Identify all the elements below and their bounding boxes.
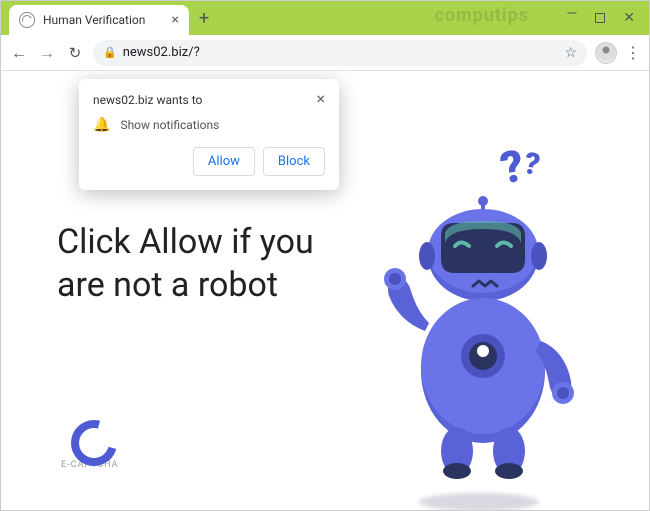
headline-text: Click Allow if you are not a robot	[57, 221, 317, 306]
forward-button[interactable]: →	[37, 43, 57, 63]
back-button[interactable]: ←	[9, 43, 29, 63]
lock-icon: 🔒	[103, 46, 117, 59]
notification-text: Show notifications	[120, 118, 219, 132]
active-tab[interactable]: Human Verification ×	[9, 5, 189, 35]
toolbar: ← → ↻ 🔒 news02.biz/? ☆ ⋮	[1, 35, 649, 71]
ecaptcha-badge: E-CAPTCHA	[61, 422, 119, 470]
new-tab-button[interactable]: +	[199, 8, 209, 29]
notification-origin: news02.biz wants to	[93, 93, 316, 107]
titlebar: Human Verification × + computips — ✕	[1, 1, 649, 35]
address-bar[interactable]: 🔒 news02.biz/? ☆	[93, 40, 587, 66]
allow-button[interactable]: Allow	[193, 147, 255, 176]
block-button[interactable]: Block	[263, 147, 325, 176]
profile-avatar[interactable]	[595, 42, 617, 64]
robot-illustration: ? ?	[349, 151, 609, 510]
minimize-button[interactable]: —	[566, 7, 577, 21]
close-tab-icon[interactable]: ×	[172, 12, 179, 28]
maximize-button[interactable]	[595, 13, 605, 23]
notification-permission-dialog: news02.biz wants to × 🔔 Show notificatio…	[79, 79, 339, 190]
bell-icon: 🔔	[93, 117, 110, 133]
browser-window: Human Verification × + computips — ✕ ← →…	[0, 0, 650, 511]
tab-title: Human Verification	[43, 13, 172, 27]
ecaptcha-logo-icon	[73, 422, 107, 456]
page-content: news02.biz wants to × 🔔 Show notificatio…	[1, 71, 649, 510]
robot-svg-icon	[349, 151, 609, 510]
window-controls: — ✕	[566, 1, 643, 35]
bookmark-star-icon[interactable]: ☆	[564, 45, 577, 61]
globe-icon	[19, 12, 35, 28]
close-window-button[interactable]: ✕	[623, 11, 635, 25]
question-marks: ? ?	[501, 141, 539, 193]
reload-button[interactable]: ↻	[65, 44, 85, 62]
shadow	[419, 493, 539, 510]
url-text: news02.biz/?	[123, 45, 200, 60]
menu-button[interactable]: ⋮	[625, 43, 641, 62]
watermark-text: computips	[434, 5, 529, 26]
close-dialog-icon[interactable]: ×	[316, 93, 325, 106]
